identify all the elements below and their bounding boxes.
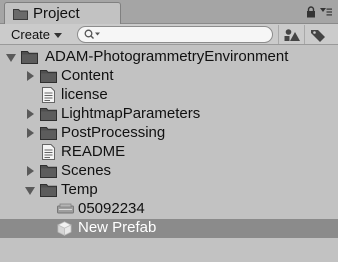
tree-item-label: 05092234 [78, 200, 145, 217]
menu-icon[interactable] [320, 8, 332, 16]
tree-row-root[interactable]: ADAM-PhotogrammetryEnvironment [0, 48, 338, 67]
project-toolbar: Create [0, 24, 338, 45]
tab-tools [306, 6, 332, 18]
tree-item-label: Temp [61, 181, 98, 198]
tree-row-temp[interactable]: Temp [0, 181, 338, 200]
asset-icon [57, 203, 74, 214]
text-file-icon [42, 87, 55, 103]
lock-icon[interactable] [306, 6, 316, 18]
tab-project[interactable]: Project [4, 2, 121, 24]
tree-item-label: license [61, 86, 108, 103]
folder-icon [40, 108, 57, 121]
tree-row-scenes[interactable]: Scenes [0, 162, 338, 181]
project-folder-icon [13, 8, 28, 20]
tree-item-label: LightmapParameters [61, 105, 201, 122]
filter-by-label-icon [310, 29, 325, 42]
chevron-right-icon[interactable] [27, 166, 34, 176]
chevron-down-icon [54, 32, 63, 38]
tab-title: Project [33, 5, 80, 22]
chevron-right-icon[interactable] [27, 128, 34, 138]
tree-item-label: README [61, 143, 126, 160]
tree-item-label: ADAM-PhotogrammetryEnvironment [45, 48, 289, 65]
tree-row-post-processing[interactable]: PostProcessing [0, 124, 338, 143]
chevron-down-icon[interactable] [25, 187, 35, 195]
folder-icon [40, 70, 57, 83]
tab-strip: Project [0, 0, 338, 24]
tree-row-license[interactable]: license [0, 86, 338, 105]
create-button[interactable]: Create [3, 26, 73, 42]
folder-icon [40, 184, 57, 197]
chevron-right-icon[interactable] [27, 109, 34, 119]
tree-item-label: Content [61, 67, 114, 84]
filter-by-type-button[interactable] [278, 25, 304, 44]
chevron-right-icon[interactable] [27, 71, 34, 81]
search-icon[interactable] [84, 29, 100, 40]
filter-by-label-button[interactable] [304, 25, 330, 44]
tree-row-new-prefab[interactable]: New Prefab [0, 219, 338, 238]
tree-row-content[interactable]: Content [0, 67, 338, 86]
folder-icon [21, 51, 38, 64]
tree-row-lightmap-parameters[interactable]: LightmapParameters [0, 105, 338, 124]
search-input[interactable] [103, 27, 263, 42]
tree-row-readme[interactable]: README [0, 143, 338, 162]
text-file-icon [42, 144, 55, 160]
tree-row-asset[interactable]: 05092234 [0, 200, 338, 219]
folder-icon [40, 165, 57, 178]
create-button-label: Create [11, 26, 51, 42]
filter-by-type-icon [284, 28, 300, 41]
folder-icon [40, 127, 57, 140]
project-tree: ADAM-PhotogrammetryEnvironment Content l… [0, 46, 338, 262]
chevron-down-icon[interactable] [6, 54, 16, 62]
prefab-cube-icon [57, 221, 72, 236]
tree-item-label: New Prefab [78, 219, 157, 236]
tree-item-label: PostProcessing [61, 124, 166, 141]
search-box[interactable] [77, 26, 273, 43]
tree-item-label: Scenes [61, 162, 112, 179]
